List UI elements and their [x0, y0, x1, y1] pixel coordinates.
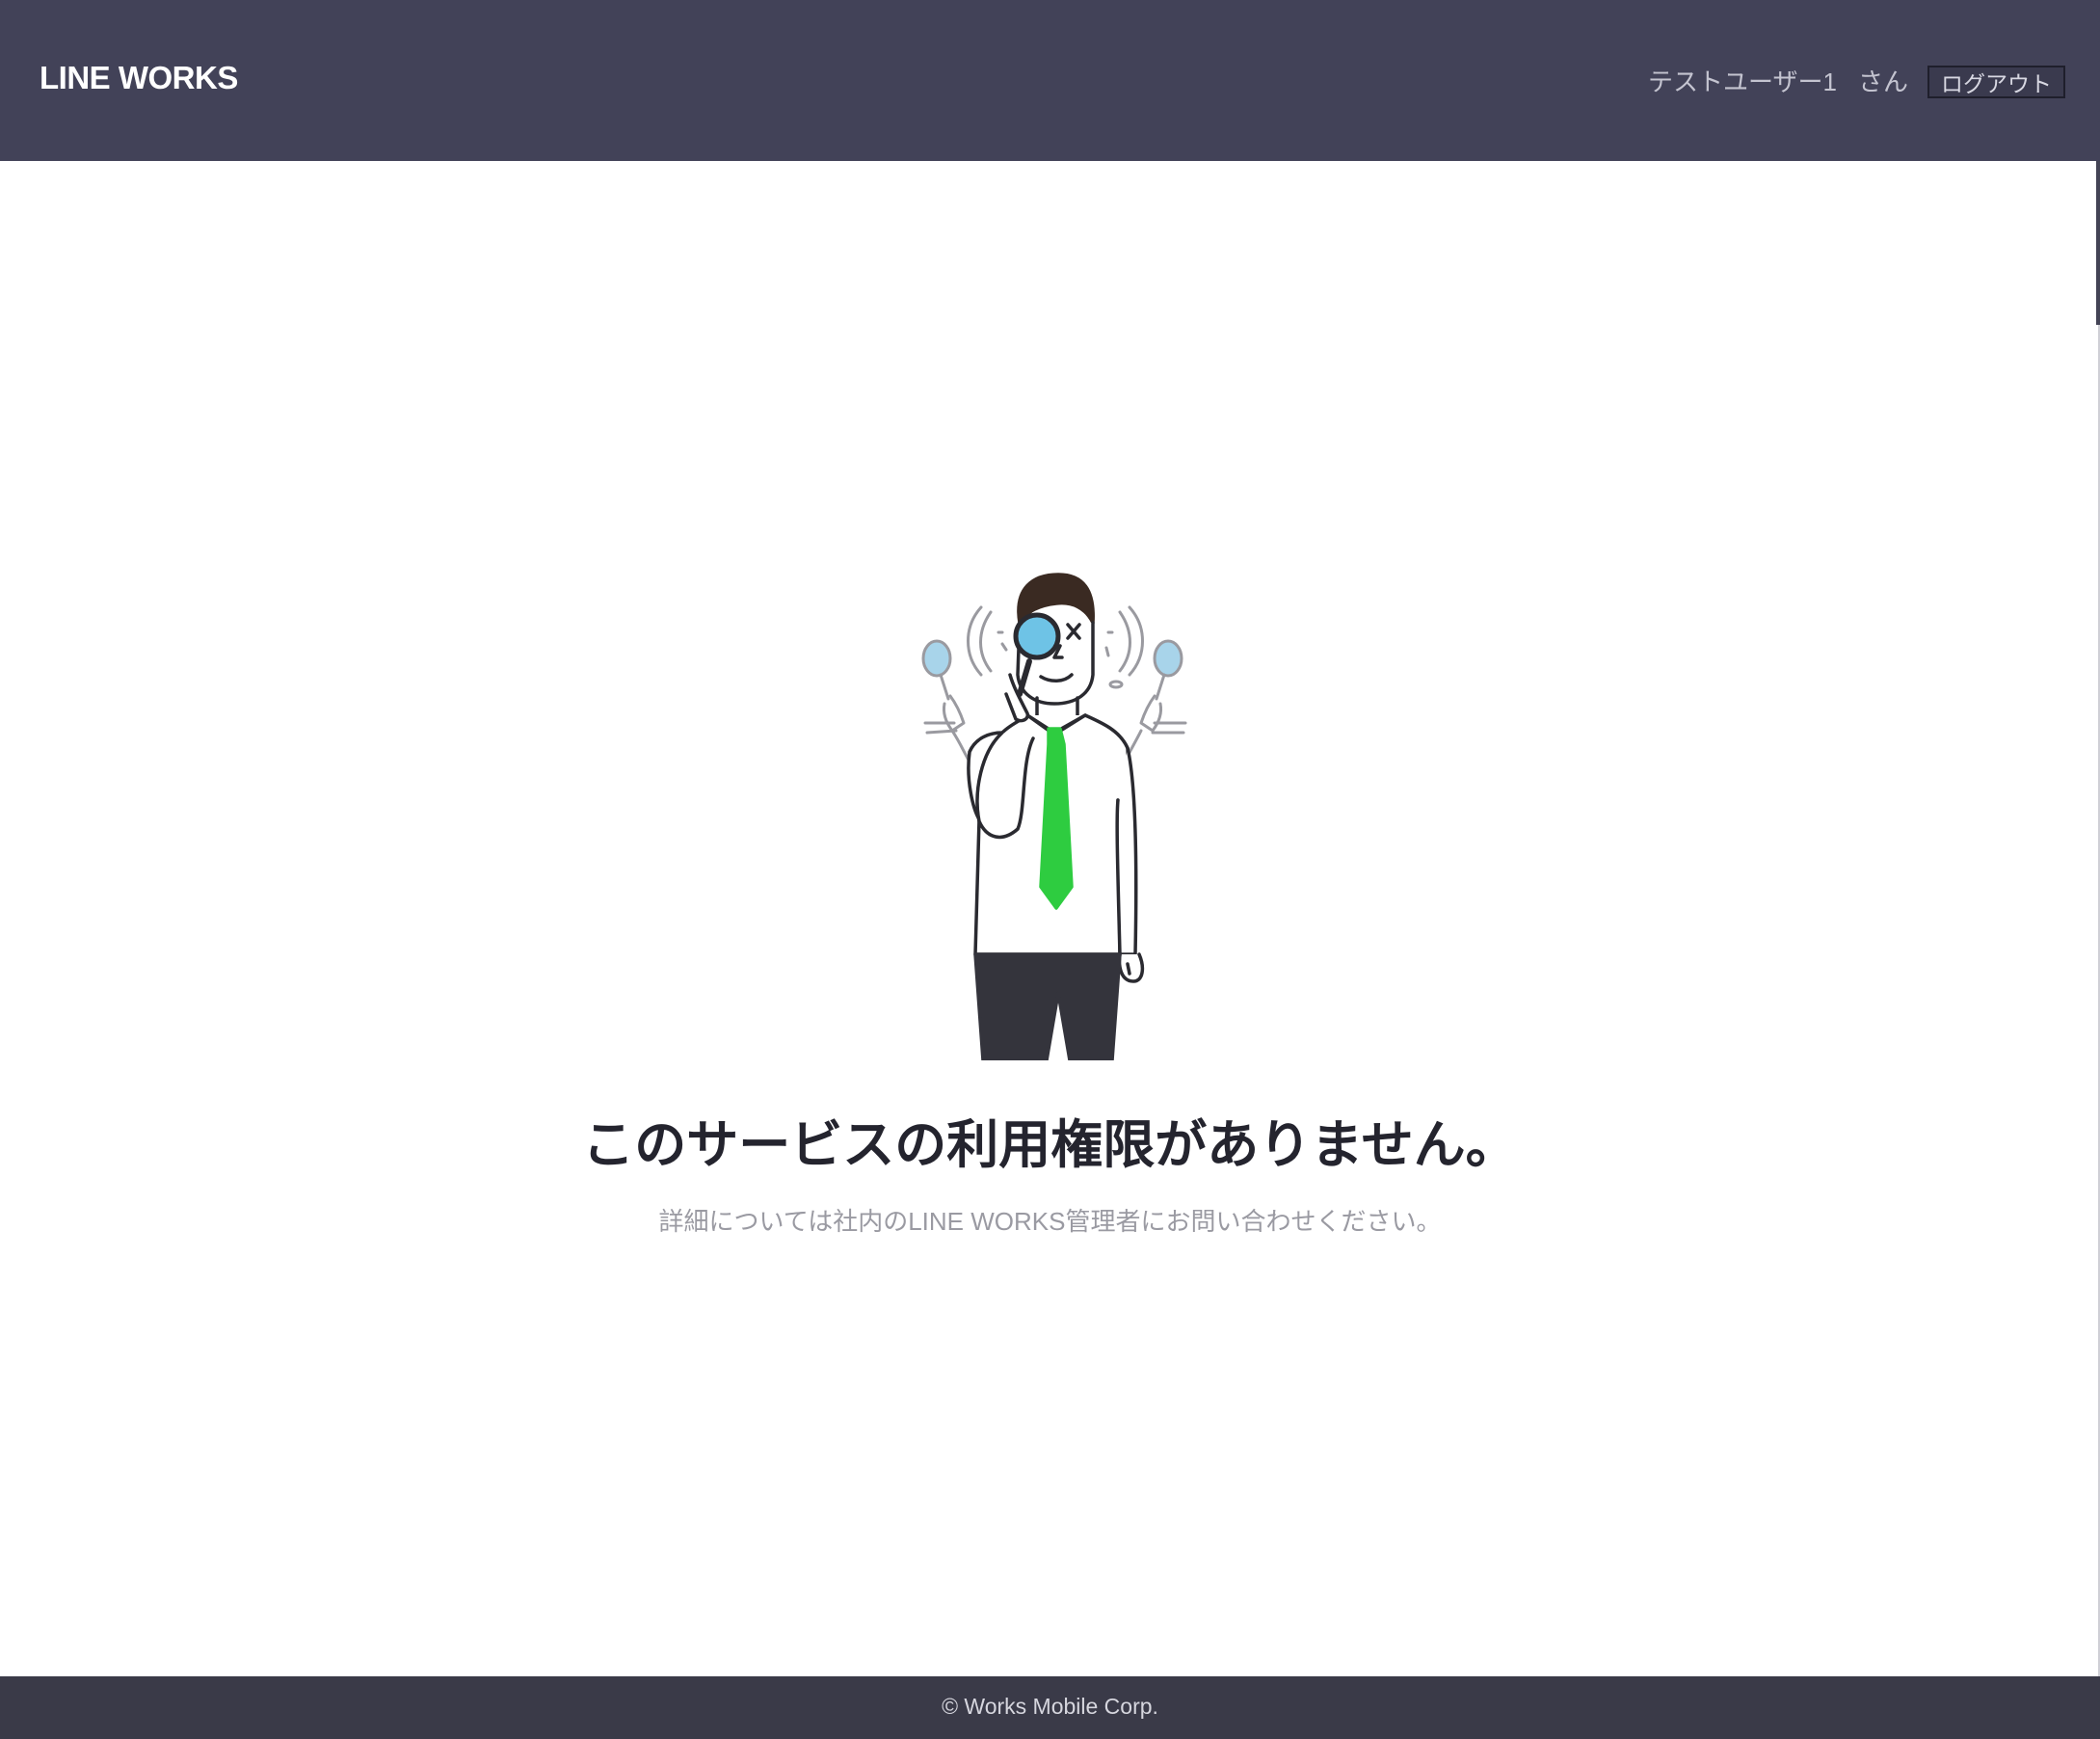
man-with-magnifying-glass-illustration	[921, 573, 1187, 1060]
user-name: テストユーザー1	[1648, 67, 1837, 96]
scrollbar-thumb[interactable]	[2096, 161, 2100, 325]
top-header: LINE WORKS テストユーザー1 さん ログアウト	[0, 0, 2100, 161]
page-frame: LINE WORKS テストユーザー1 さん ログアウト このサービスの利用権限…	[0, 0, 2100, 1739]
user-area: テストユーザー1 さん ログアウト	[1648, 64, 2065, 100]
copyright-text: © Works Mobile Corp.	[942, 1694, 1158, 1719]
no-permission-title: このサービスの利用権限がありません。	[582, 1116, 1518, 1174]
user-name-suffix: さん	[1857, 67, 1908, 96]
no-permission-description: 詳細については社内のLINE WORKS管理者にお問い合わせください。	[658, 1207, 1442, 1236]
line-works-logo[interactable]: LINE WORKS	[40, 59, 238, 97]
footer: © Works Mobile Corp.	[0, 1676, 2100, 1739]
logout-button[interactable]: ログアウト	[1927, 66, 2065, 98]
